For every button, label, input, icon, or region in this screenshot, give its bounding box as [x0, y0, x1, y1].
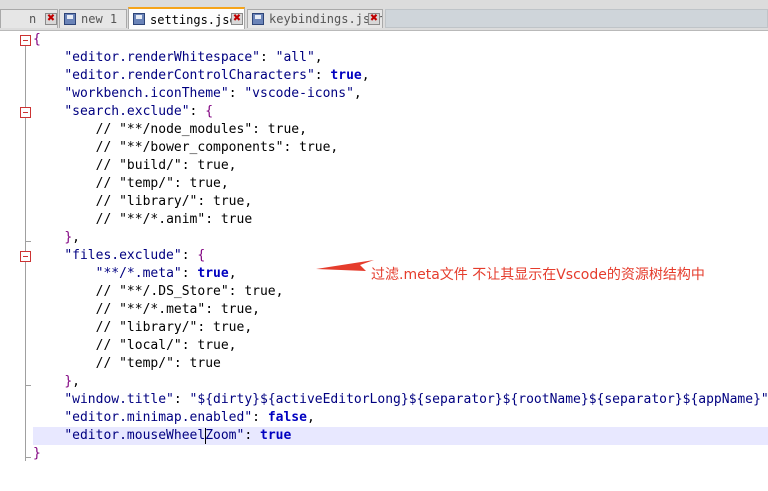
- tab-bar: n ✖ new 1 settings.json ✖ keybindings.js…: [0, 0, 768, 31]
- tab-new-1[interactable]: new 1: [59, 9, 127, 28]
- tab-settings-json[interactable]: settings.json ✖: [128, 7, 245, 29]
- tab-keybindings-json[interactable]: keybindings.json ✖: [247, 9, 383, 28]
- tab-label: keybindings.json: [269, 12, 383, 26]
- annotation-note: 过滤.meta文件 不让其显示在Vscode的资源树结构中: [371, 267, 705, 283]
- tab-label: n: [29, 12, 37, 26]
- close-icon[interactable]: ✖: [231, 13, 243, 25]
- annotation-arrow-icon: [316, 260, 374, 271]
- tab-label: settings.json: [150, 13, 244, 27]
- save-icon: [252, 13, 264, 25]
- save-icon: [133, 13, 145, 25]
- tab-n[interactable]: n ✖: [0, 9, 58, 28]
- save-icon: [64, 13, 76, 25]
- close-icon[interactable]: ✖: [45, 13, 57, 25]
- code-editor[interactable]: { "editor.renderWhitespace": "all", "edi…: [0, 31, 768, 491]
- obscured-tabs: [385, 9, 768, 28]
- close-icon[interactable]: ✖: [368, 13, 380, 25]
- tab-label: new 1: [81, 12, 118, 26]
